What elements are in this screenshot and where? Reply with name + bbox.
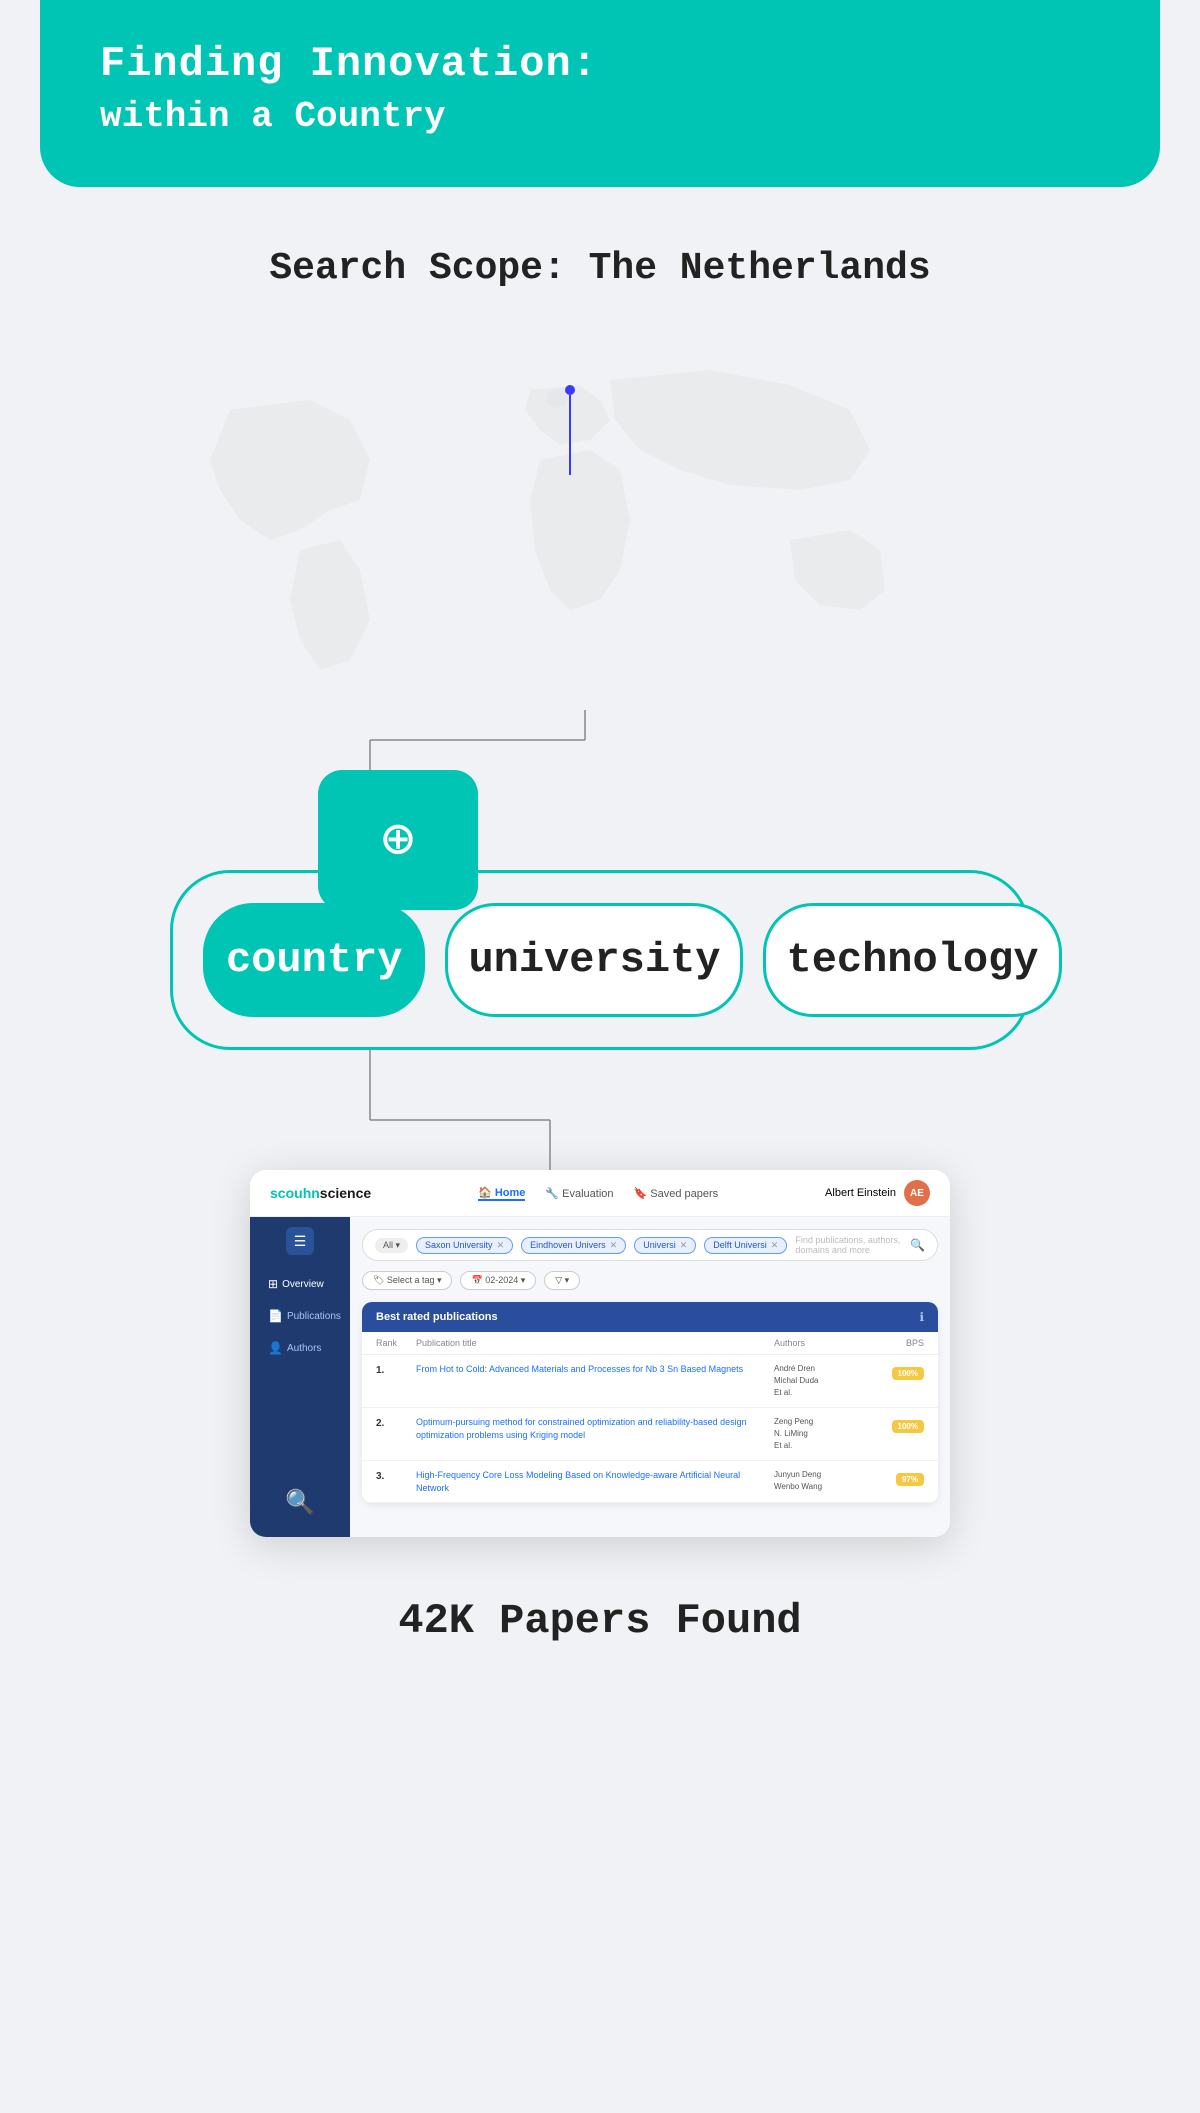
search-tag-delft: Delft Universi ✕ xyxy=(704,1237,787,1254)
pin-dot xyxy=(565,385,575,395)
mockup-main: All ▾ Saxon University ✕ Eindhoven Unive… xyxy=(350,1217,950,1537)
user-avatar: AE xyxy=(904,1180,930,1206)
overview-icon: ⊞ xyxy=(268,1277,278,1291)
category-university[interactable]: university xyxy=(445,903,743,1017)
world-map xyxy=(150,330,1050,710)
category-technology[interactable]: technology xyxy=(763,903,1061,1017)
search-placeholder: Find publications, authors, domains and … xyxy=(795,1235,902,1255)
sidebar-label-publications: Publications xyxy=(287,1311,341,1322)
publications-icon: 📄 xyxy=(268,1309,283,1323)
mockup-body: ☰ ⊞ Overview 📄 Publications 👤 Authors xyxy=(250,1217,950,1537)
col-authors: Authors xyxy=(774,1338,874,1348)
nav-evaluation[interactable]: 🔧 Evaluation xyxy=(545,1187,613,1200)
sidebar-item-overview[interactable]: ⊞ Overview xyxy=(260,1271,340,1297)
remove-eindhoven[interactable]: ✕ xyxy=(610,1240,618,1251)
table-info-icon[interactable]: ℹ xyxy=(919,1310,924,1324)
logo-highlight: hn xyxy=(303,1185,320,1201)
bottom-connector xyxy=(170,1050,1030,1170)
row3-authors: Junyun DengWenbo Wang xyxy=(774,1469,874,1493)
row3-rank: 3. xyxy=(376,1469,416,1482)
remove-delft[interactable]: ✕ xyxy=(771,1240,779,1251)
col-title: Publication title xyxy=(416,1338,774,1348)
nav-saved-papers[interactable]: 🔖 Saved papers xyxy=(634,1187,719,1200)
mockup-navbar: scouhnscience 🏠 Home 🔧 Evaluation 🔖 Save… xyxy=(250,1170,950,1217)
category-country[interactable]: country xyxy=(203,903,425,1017)
filter-row: 🏷 Select a tag ▾ 📅 02-2024 ▾ ▽ ▾ xyxy=(362,1271,938,1290)
sidebar-item-authors[interactable]: 👤 Authors xyxy=(260,1335,340,1361)
map-pin xyxy=(565,385,575,475)
table-row: 3. High-Frequency Core Loss Modeling Bas… xyxy=(362,1461,938,1503)
authors-icon: 👤 xyxy=(268,1341,283,1355)
sidebar-item-publications[interactable]: 📄 Publications xyxy=(260,1303,340,1329)
publications-table: Best rated publications ℹ Rank Publicati… xyxy=(362,1302,938,1503)
mockup-sidebar: ☰ ⊞ Overview 📄 Publications 👤 Authors xyxy=(250,1217,350,1537)
sidebar-toggle[interactable]: ☰ xyxy=(286,1227,314,1255)
all-filter[interactable]: All ▾ xyxy=(375,1238,408,1253)
search-icon: ⊕ xyxy=(381,806,415,874)
search-tag-eindhoven: Eindhoven Univers ✕ xyxy=(521,1237,626,1254)
filter-date[interactable]: 📅 02-2024 ▾ xyxy=(460,1271,536,1290)
header-banner: Finding Innovation: within a Country xyxy=(40,0,1160,187)
categories-container: country university technology xyxy=(170,870,1030,1050)
col-bps: BPS xyxy=(874,1338,924,1348)
filter-sort[interactable]: ▽ ▾ xyxy=(544,1271,580,1290)
table-columns: Rank Publication title Authors BPS xyxy=(362,1332,938,1355)
row1-title[interactable]: From Hot to Cold: Advanced Materials and… xyxy=(416,1363,774,1376)
badge-100-2: 100% xyxy=(892,1420,924,1433)
row2-bps: 100% xyxy=(874,1416,924,1434)
col-rank: Rank xyxy=(376,1338,416,1348)
page-wrapper: Finding Innovation: within a Country Sea… xyxy=(0,0,1200,2113)
row1-authors: André DrenMichal DudaEt al. xyxy=(774,1363,874,1399)
mockup-nav-links: 🏠 Home 🔧 Evaluation 🔖 Saved papers xyxy=(478,1186,718,1201)
badge-97: 97% xyxy=(896,1473,924,1486)
search-tag-saxon: Saxon University ✕ xyxy=(416,1237,513,1254)
connector-svg-top xyxy=(170,710,1030,870)
top-connector: ⊕ xyxy=(170,710,1030,870)
nav-home[interactable]: 🏠 Home xyxy=(478,1186,525,1201)
table-header: Best rated publications ℹ xyxy=(362,1302,938,1332)
sidebar-label-authors: Authors xyxy=(287,1343,321,1354)
header-title: Finding Innovation: xyxy=(100,40,1100,88)
logo-accent: scou xyxy=(270,1185,303,1201)
illustration-icon: 🔍 xyxy=(285,1488,315,1517)
world-map-svg xyxy=(150,330,1050,710)
user-name: Albert Einstein xyxy=(825,1187,896,1199)
table-title: Best rated publications xyxy=(376,1311,498,1323)
search-bar[interactable]: All ▾ Saxon University ✕ Eindhoven Unive… xyxy=(362,1229,938,1261)
row1-bps: 100% xyxy=(874,1363,924,1381)
sidebar-illustration: 🔍 xyxy=(275,1478,325,1527)
table-row: 1. From Hot to Cold: Advanced Materials … xyxy=(362,1355,938,1408)
pin-line xyxy=(569,395,571,475)
mockup-user: Albert Einstein AE xyxy=(825,1180,930,1206)
row3-bps: 97% xyxy=(874,1469,924,1487)
row3-title[interactable]: High-Frequency Core Loss Modeling Based … xyxy=(416,1469,774,1494)
search-magnifier-icon[interactable]: 🔍 xyxy=(910,1238,925,1252)
filter-tag[interactable]: 🏷 Select a tag ▾ xyxy=(362,1271,452,1290)
mockup-logo: scouhnscience xyxy=(270,1185,371,1201)
header-subtitle: within a Country xyxy=(100,96,1100,137)
row1-rank: 1. xyxy=(376,1363,416,1376)
app-mockup: scouhnscience 🏠 Home 🔧 Evaluation 🔖 Save… xyxy=(250,1170,950,1537)
remove-saxon[interactable]: ✕ xyxy=(497,1240,505,1251)
row2-authors: Zeng PengN. LiMingEt al. xyxy=(774,1416,874,1452)
content-area: Finding Innovation: within a Country Sea… xyxy=(0,0,1200,1785)
search-tag-universi: Universi ✕ xyxy=(634,1237,696,1254)
table-row: 2. Optimum-pursuing method for constrain… xyxy=(362,1408,938,1461)
connector-svg-bottom xyxy=(170,1050,1030,1170)
row2-rank: 2. xyxy=(376,1416,416,1429)
badge-100-1: 100% xyxy=(892,1367,924,1380)
sidebar-label-overview: Overview xyxy=(282,1279,324,1290)
remove-universi[interactable]: ✕ xyxy=(680,1240,688,1251)
papers-found-label: 42K Papers Found xyxy=(0,1597,1200,1645)
search-scope-label: Search Scope: The Netherlands xyxy=(0,247,1200,290)
row2-title[interactable]: Optimum-pursuing method for constrained … xyxy=(416,1416,774,1441)
